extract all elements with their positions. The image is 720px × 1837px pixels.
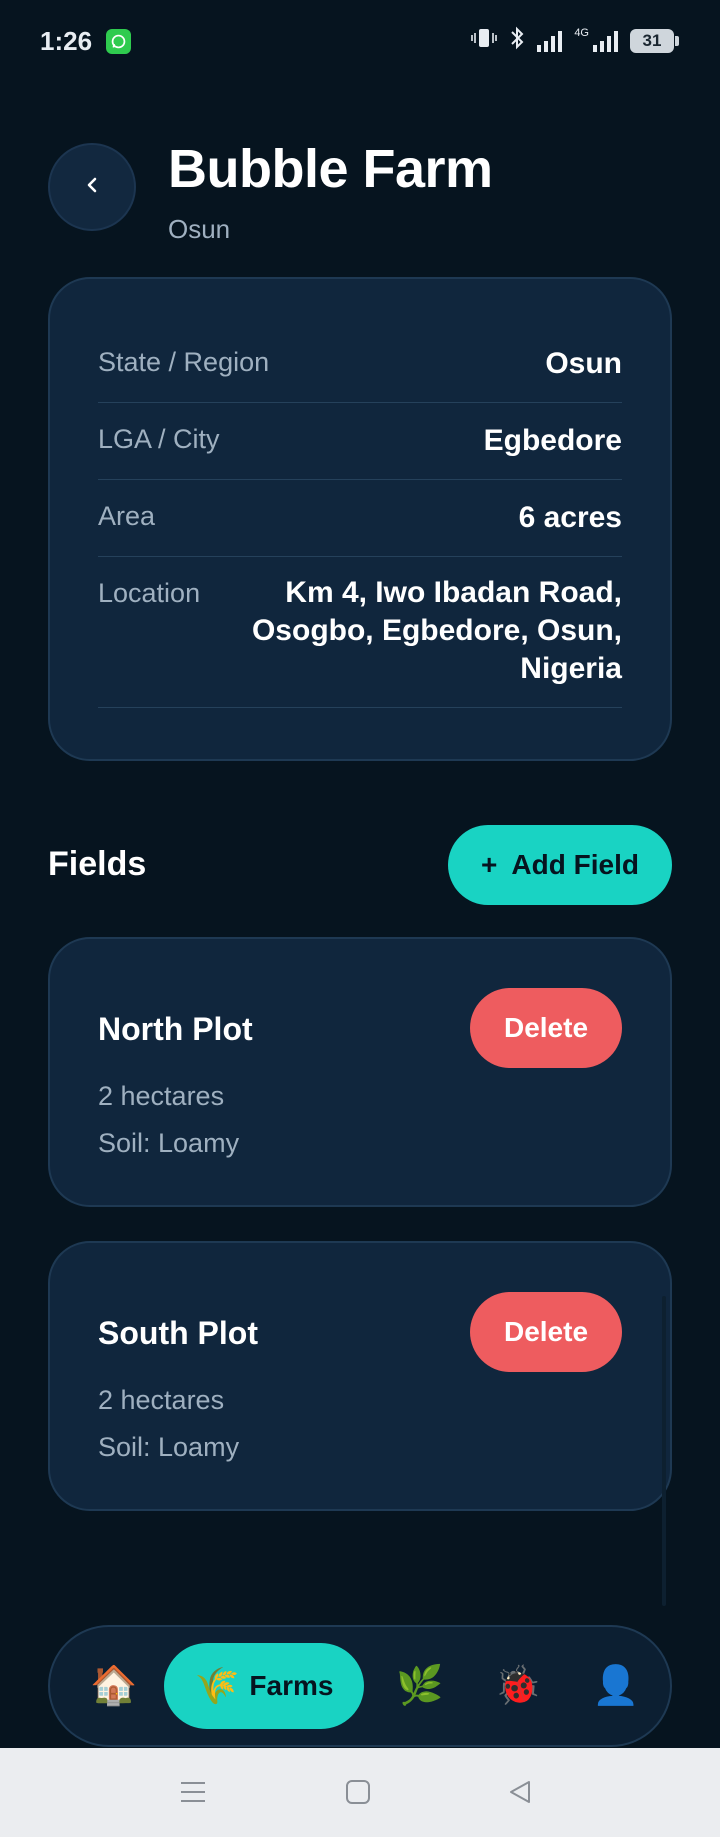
- whatsapp-icon: [106, 29, 131, 54]
- location-label: Location: [98, 578, 201, 608]
- info-row-state: State / Region Osun: [98, 347, 622, 403]
- lga-value: Egbedore: [483, 424, 622, 457]
- state-label: State / Region: [98, 347, 270, 377]
- leaf-icon: 🌿: [396, 1665, 444, 1707]
- delete-field-button[interactable]: Delete: [470, 988, 622, 1068]
- signal-icon: [537, 30, 563, 52]
- nav-farms[interactable]: 🌾 Farms: [164, 1643, 364, 1729]
- field-soil: Soil: Loamy: [98, 1128, 240, 1158]
- home-icon: 🏠: [90, 1665, 138, 1707]
- scrollbar[interactable]: [662, 1296, 666, 1606]
- system-navigation-bar: [0, 1748, 720, 1837]
- nav-home[interactable]: 🏠: [74, 1643, 154, 1729]
- battery-icon: 31: [630, 29, 679, 53]
- field-size: 2 hectares: [98, 1385, 225, 1415]
- info-row-location: Location Km 4, Iwo Ibadan Road, Osogbo, …: [98, 576, 622, 708]
- plus-icon: +: [481, 849, 498, 880]
- user-icon: 👤: [592, 1665, 640, 1707]
- area-value: 6 acres: [518, 501, 622, 534]
- field-name: South Plot: [98, 1315, 258, 1351]
- wheat-icon: 🌾: [194, 1665, 240, 1706]
- field-soil: Soil: Loamy: [98, 1432, 240, 1462]
- field-name: North Plot: [98, 1011, 253, 1047]
- field-card[interactable]: North Plot 2 hectares Soil: Loamy Delete: [48, 937, 672, 1207]
- vibrate-icon: [471, 26, 498, 56]
- back-button[interactable]: [48, 143, 136, 231]
- field-card[interactable]: South Plot 2 hectares Soil: Loamy Delete: [48, 1241, 672, 1511]
- bluetooth-icon: [509, 26, 525, 56]
- chevron-left-icon: [85, 176, 99, 199]
- ladybug-icon: 🐞: [494, 1665, 542, 1707]
- add-field-button[interactable]: + Add Field: [448, 825, 672, 905]
- delete-field-button[interactable]: Delete: [470, 1292, 622, 1372]
- lga-label: LGA / City: [98, 424, 220, 454]
- area-label: Area: [98, 501, 156, 531]
- status-icons: 4G 31: [471, 26, 679, 56]
- info-row-area: Area 6 acres: [98, 501, 622, 557]
- info-row-lga: LGA / City Egbedore: [98, 424, 622, 480]
- nav-profile[interactable]: 👤: [576, 1643, 656, 1729]
- network-type: 4G: [574, 27, 589, 39]
- state-value: Osun: [545, 347, 622, 380]
- nav-pests[interactable]: 🐞: [478, 1643, 558, 1729]
- home-square-icon[interactable]: [338, 1772, 378, 1812]
- farm-info-card: State / Region Osun LGA / City Egbedore …: [48, 277, 672, 761]
- nav-crops[interactable]: 🌿: [380, 1643, 460, 1729]
- bottom-navigation: 🏠 🌾 Farms 🌿 🐞 👤: [48, 1625, 672, 1747]
- status-bar: 1:26 4G 31: [0, 0, 720, 84]
- fields-heading: Fields: [48, 845, 147, 883]
- status-time: 1:26: [40, 26, 93, 56]
- page-subtitle: Osun: [168, 214, 231, 244]
- add-field-label: Add Field: [511, 849, 639, 880]
- signal-icon-2: [593, 30, 618, 52]
- page-title: Bubble Farm: [168, 139, 493, 199]
- back-triangle-icon[interactable]: [500, 1772, 540, 1812]
- location-value: Km 4, Iwo Ibadan Road, Osogbo, Egbedore,…: [251, 576, 622, 685]
- menu-icon[interactable]: [173, 1772, 213, 1812]
- field-size: 2 hectares: [98, 1081, 225, 1111]
- nav-farms-label: Farms: [249, 1670, 334, 1701]
